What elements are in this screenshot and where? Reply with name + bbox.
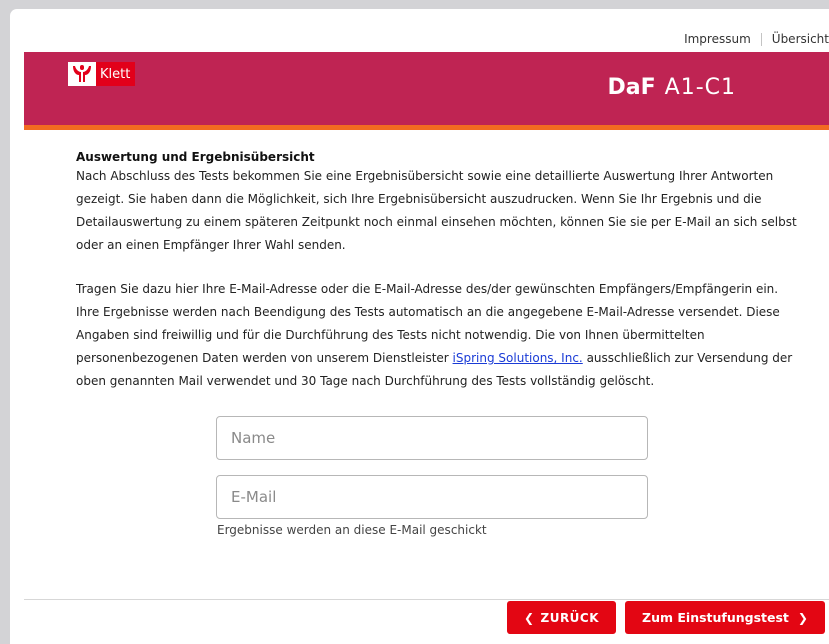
main-content: Auswertung und Ergebnisübersicht Nach Ab… [76,149,798,393]
chevron-left-icon: ❮ [523,610,535,625]
chevron-right-icon: ❯ [797,610,808,625]
back-button[interactable]: ❮ ZURÜCK [507,601,616,634]
nav-separator [760,32,762,46]
brand-title: DaF A1-C1 [608,74,736,102]
klett-logo: Klett [68,62,136,86]
footer-divider [24,599,829,600]
ispring-link[interactable]: iSpring Solutions, Inc. [453,351,583,365]
name-input[interactable] [216,416,648,460]
logo-text: Klett [96,62,136,86]
header-banner: Klett DaF A1-C1 [24,52,829,125]
impressum-link[interactable]: Impressum [684,32,751,46]
email-hint: Ergebnisse werden an diese E-Mail geschi… [217,523,487,537]
accent-stripe [24,125,829,130]
next-button-label: Zum Einstufungstest [642,610,789,625]
privacy-paragraph: Tragen Sie dazu hier Ihre E-Mail-Adresse… [76,278,798,393]
brand-level: A1-C1 [664,75,736,100]
start-placement-test-button[interactable]: Zum Einstufungstest ❯ [625,601,825,634]
top-navigation: Impressum Übersicht [684,29,829,49]
intro-paragraph: Nach Abschluss des Tests bekommen Sie ei… [76,169,797,252]
email-input[interactable] [216,475,648,519]
section-title: Auswertung und Ergebnisübersicht [76,150,315,164]
back-button-label: ZURÜCK [540,610,600,625]
klett-logo-icon [68,62,96,86]
page-frame: Impressum Übersicht Klett DaF A1-C1 Auswe… [10,9,829,644]
uebersicht-link[interactable]: Übersicht [772,32,829,46]
brand-daf: DaF [607,75,656,100]
